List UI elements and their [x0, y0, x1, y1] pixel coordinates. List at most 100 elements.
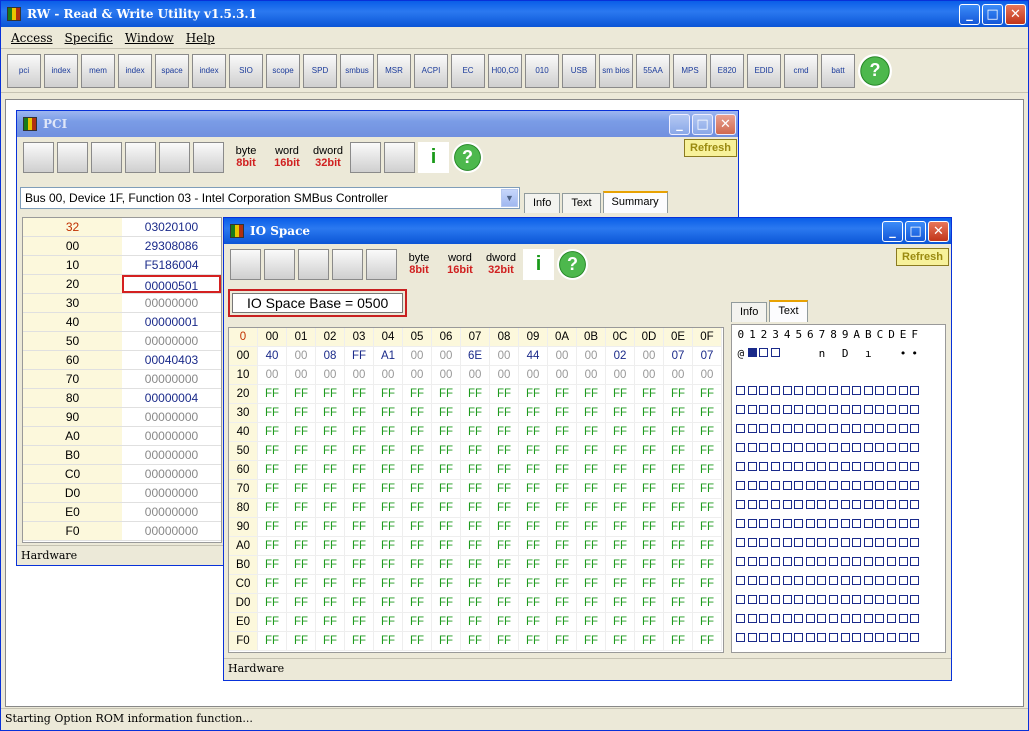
text-cell[interactable] [758, 439, 770, 458]
text-cell[interactable] [793, 534, 805, 553]
text-cell[interactable] [897, 496, 909, 515]
hex-cell[interactable]: 00 [345, 366, 374, 385]
hex-cell[interactable]: FF [432, 556, 461, 575]
text-cell[interactable] [805, 401, 817, 420]
text-cell[interactable] [874, 496, 886, 515]
hex-cell[interactable]: 00 [374, 366, 403, 385]
text-cell[interactable] [839, 572, 851, 591]
hex-cell[interactable]: FF [664, 442, 693, 461]
toolbar-010-button[interactable]: 010 [525, 54, 559, 88]
hex-cell[interactable]: FF [635, 499, 664, 518]
menu-specific[interactable]: Specific [59, 31, 119, 45]
hex-cell[interactable]: FF [461, 480, 490, 499]
text-cell[interactable] [793, 382, 805, 401]
text-cell[interactable] [805, 439, 817, 458]
hex-cell[interactable]: FF [258, 480, 287, 499]
hex-cell[interactable]: 02 [606, 347, 635, 366]
hex-cell[interactable]: FF [403, 385, 432, 404]
text-cell[interactable] [839, 610, 851, 629]
hex-cell[interactable]: 00 [461, 366, 490, 385]
hex-cell[interactable]: FF [316, 537, 345, 556]
text-cell[interactable] [863, 534, 875, 553]
hex-cell[interactable]: FF [316, 594, 345, 613]
text-cell[interactable] [805, 591, 817, 610]
hex-cell[interactable]: FF [548, 632, 577, 651]
text-cell[interactable] [863, 477, 875, 496]
hex-cell[interactable]: FF [606, 423, 635, 442]
pci-value[interactable]: 00000000 [122, 294, 221, 312]
hex-cell[interactable]: FF [403, 423, 432, 442]
hex-cell[interactable]: FF [461, 442, 490, 461]
tab-info[interactable]: Info [731, 302, 767, 322]
text-cell[interactable] [770, 439, 782, 458]
text-cell[interactable] [735, 496, 747, 515]
toolbar-edid-button[interactable]: EDID [747, 54, 781, 88]
hex-cell[interactable]: FF [345, 594, 374, 613]
hex-cell[interactable]: FF [490, 461, 519, 480]
text-cell[interactable]: n [816, 344, 828, 363]
pci-dword-button[interactable]: dword32bit [309, 142, 347, 173]
main-titlebar[interactable]: RW - Read & Write Utility v1.5.3.1 _ □ ✕ [1, 1, 1028, 27]
hex-cell[interactable]: FF [606, 499, 635, 518]
text-cell[interactable] [874, 572, 886, 591]
hex-cell[interactable]: FF [693, 518, 722, 537]
text-cell[interactable] [851, 629, 863, 648]
text-cell[interactable] [851, 458, 863, 477]
io-binoculars-icon[interactable] [332, 249, 363, 280]
toolbar-55aa-button[interactable]: 55AA [636, 54, 670, 88]
text-cell[interactable] [805, 420, 817, 439]
text-cell[interactable] [909, 401, 921, 420]
hex-cell[interactable]: FF [287, 423, 316, 442]
hex-cell[interactable]: FF [577, 499, 606, 518]
hex-cell[interactable]: FF [490, 499, 519, 518]
text-cell[interactable] [816, 534, 828, 553]
text-cell[interactable] [828, 553, 840, 572]
hex-cell[interactable]: 00 [635, 366, 664, 385]
toolbar-smbus-button[interactable]: smbus [340, 54, 374, 88]
hex-cell[interactable]: 00 [577, 347, 606, 366]
text-cell[interactable] [758, 458, 770, 477]
tab-summary[interactable]: Summary [603, 191, 668, 213]
text-cell[interactable] [909, 420, 921, 439]
text-cell[interactable] [805, 458, 817, 477]
hex-cell[interactable]: FF [490, 575, 519, 594]
text-cell[interactable] [781, 534, 793, 553]
toolbar-space-button[interactable]: space [155, 54, 189, 88]
text-cell[interactable] [839, 401, 851, 420]
text-cell[interactable] [828, 420, 840, 439]
text-cell[interactable] [816, 515, 828, 534]
text-cell[interactable] [747, 458, 759, 477]
hex-cell[interactable]: FF [345, 632, 374, 651]
hex-cell[interactable]: FF [258, 537, 287, 556]
pci-gear-icon[interactable] [384, 142, 415, 173]
hex-cell[interactable]: FF [461, 575, 490, 594]
hex-cell[interactable]: FF [577, 594, 606, 613]
hex-cell[interactable]: FF [490, 537, 519, 556]
text-cell[interactable] [816, 401, 828, 420]
text-cell[interactable] [816, 553, 828, 572]
hex-cell[interactable]: 00 [316, 366, 345, 385]
hex-cell[interactable]: FF [316, 423, 345, 442]
hex-cell[interactable]: FF [432, 499, 461, 518]
hex-cell[interactable]: 08 [316, 347, 345, 366]
hex-cell[interactable]: FF [693, 480, 722, 499]
io-save-icon[interactable] [230, 249, 261, 280]
toolbar-mps-button[interactable]: MPS [673, 54, 707, 88]
text-cell[interactable] [874, 610, 886, 629]
text-cell[interactable] [805, 477, 817, 496]
text-cell[interactable] [874, 401, 886, 420]
hex-cell[interactable]: FF [606, 594, 635, 613]
text-cell[interactable] [839, 477, 851, 496]
text-cell[interactable] [897, 610, 909, 629]
menu-window[interactable]: Window [119, 31, 180, 45]
hex-cell[interactable]: FF [258, 461, 287, 480]
pci-value[interactable]: 00000000 [122, 446, 221, 464]
text-cell[interactable] [805, 610, 817, 629]
hex-cell[interactable]: FF [345, 613, 374, 632]
text-cell[interactable] [851, 382, 863, 401]
text-cell[interactable] [828, 439, 840, 458]
text-cell[interactable] [816, 382, 828, 401]
text-cell[interactable] [781, 477, 793, 496]
text-cell[interactable] [839, 553, 851, 572]
text-cell[interactable] [758, 401, 770, 420]
